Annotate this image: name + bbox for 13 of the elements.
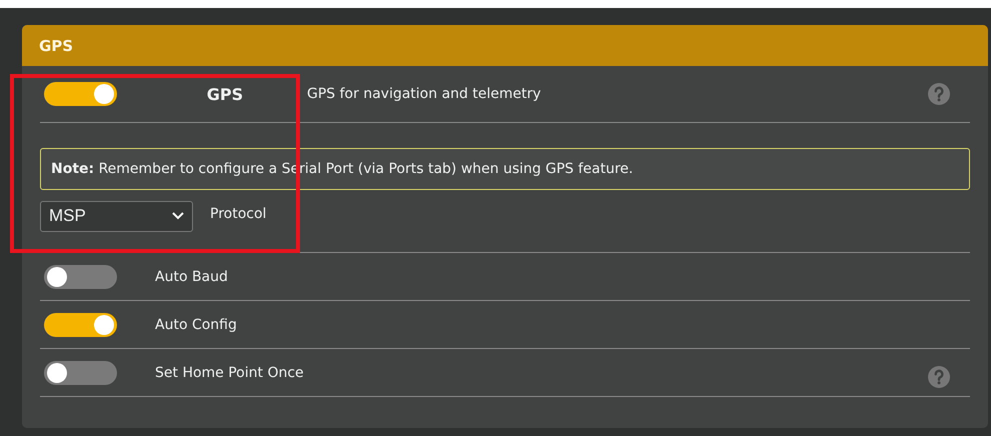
gps-description: GPS for navigation and telemetry (307, 86, 542, 102)
option-toggle[interactable] (44, 264, 117, 288)
protocol-label: Protocol (210, 206, 266, 222)
option-label: Set Home Point Once (155, 364, 304, 380)
option-label: Auto Baud (155, 268, 228, 284)
gps-toggle[interactable] (44, 82, 117, 106)
option-toggle[interactable] (44, 360, 117, 384)
panel-title: GPS (39, 36, 74, 54)
option-toggle[interactable] (44, 312, 117, 336)
option-label: Auto Config (155, 316, 237, 332)
chevron-down-icon (172, 212, 184, 220)
protocol-select[interactable]: MSP (40, 200, 193, 232)
gps-label: GPS (206, 84, 244, 104)
